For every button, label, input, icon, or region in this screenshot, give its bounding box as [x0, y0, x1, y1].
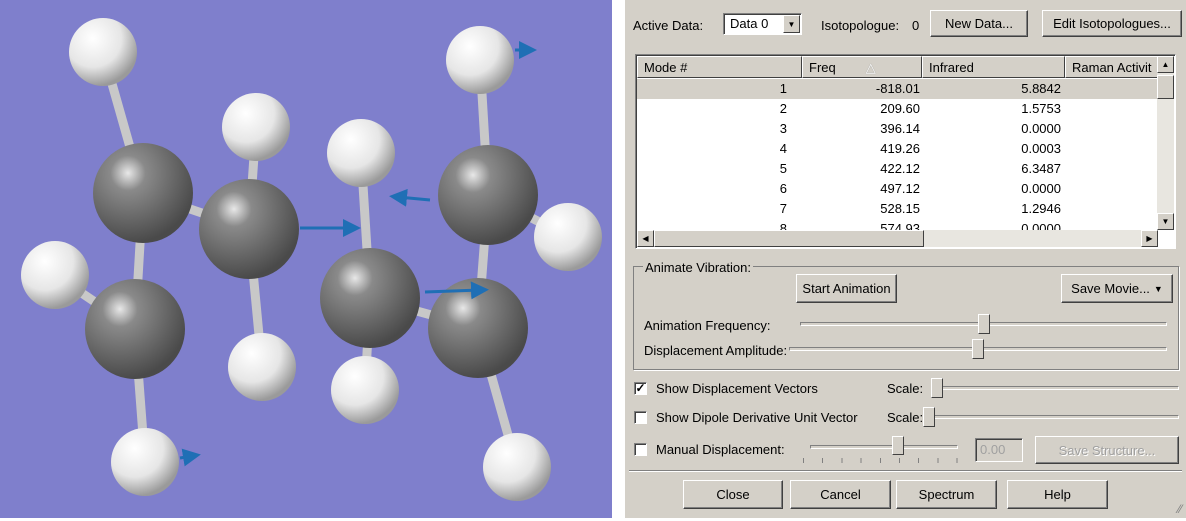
- molecule-viewer[interactable]: [0, 0, 612, 518]
- carbon-atom: [320, 248, 420, 348]
- show-dipole-label: Show Dipole Derivative Unit Vector: [656, 410, 858, 425]
- hydrogen-atom: [483, 433, 551, 501]
- slider-ticks: [803, 458, 958, 463]
- molecule-render: [21, 18, 602, 501]
- hydrogen-atom: [331, 356, 399, 424]
- displacement-amplitude-label: Displacement Amplitude:: [644, 343, 788, 358]
- hydrogen-atom: [228, 333, 296, 401]
- table-row[interactable]: 7 528.15 1.2946: [637, 199, 1158, 219]
- dipole-scale-slider[interactable]: [931, 415, 1179, 419]
- displacement-vector: [424, 281, 489, 300]
- col-infrared[interactable]: Infrared: [922, 56, 1065, 78]
- carbon-atom: [199, 179, 299, 279]
- carbon-atom: [85, 279, 185, 379]
- scroll-up-icon[interactable]: ▲: [1157, 56, 1174, 73]
- show-dipole-checkbox[interactable]: [634, 411, 647, 424]
- col-freq-label: Freq: [809, 60, 836, 75]
- table-row[interactable]: 3 396.14 0.0000: [637, 119, 1158, 139]
- infrared-cell: 5.8842: [1021, 81, 1061, 96]
- vertical-scrollbar[interactable]: ▲ ▼: [1157, 56, 1174, 230]
- manual-displacement-thumb[interactable]: [892, 436, 904, 455]
- new-data-button[interactable]: New Data...: [930, 10, 1028, 37]
- table-row[interactable]: 5 422.12 6.3487: [637, 159, 1158, 179]
- save-movie-button[interactable]: Save Movie... ▼: [1061, 274, 1173, 303]
- help-button[interactable]: Help: [1007, 480, 1108, 509]
- save-structure-button[interactable]: Save Structure...: [1035, 436, 1179, 464]
- cancel-button[interactable]: Cancel: [790, 480, 891, 509]
- hydrogen-atom: [222, 93, 290, 161]
- divider: [629, 470, 1182, 472]
- show-vectors-label: Show Displacement Vectors: [656, 381, 818, 396]
- manual-displacement-input[interactable]: 0.00: [975, 438, 1023, 462]
- manual-displacement-checkbox[interactable]: [634, 443, 647, 456]
- infrared-cell: 6.3487: [1021, 161, 1061, 176]
- scroll-left-icon[interactable]: ◀: [637, 230, 654, 247]
- infrared-cell: 0.0003: [1021, 141, 1061, 156]
- vector-scale-slider[interactable]: [931, 386, 1179, 390]
- manual-displacement-slider[interactable]: [810, 445, 958, 449]
- animate-vibration-label: Animate Vibration:: [643, 260, 753, 275]
- scroll-thumb[interactable]: [1157, 75, 1174, 99]
- dropdown-arrow-icon: ▼: [1153, 283, 1163, 294]
- vibrations-panel: Active Data: Data 0 ▼ Isotopologue: 0 Ne…: [625, 0, 1186, 518]
- animation-frequency-thumb[interactable]: [977, 314, 990, 334]
- isotopologue-label: Isotopologue:: [821, 18, 900, 33]
- close-button[interactable]: Close: [683, 480, 783, 509]
- dipole-scale-thumb[interactable]: [923, 407, 935, 427]
- table-row[interactable]: 2 209.60 1.5753: [637, 99, 1158, 119]
- spectrum-button[interactable]: Spectrum: [896, 480, 997, 509]
- dipole-scale-label: Scale:: [887, 410, 924, 425]
- carbon-atom: [428, 278, 528, 378]
- show-vectors-checkbox[interactable]: ✓: [634, 382, 647, 395]
- animation-frequency-label: Animation Frequency:: [644, 318, 771, 333]
- modes-table[interactable]: Mode # Freq △ Infrared Raman Activit 1 -81…: [635, 54, 1176, 249]
- infrared-cell: 0.0000: [1021, 181, 1061, 196]
- isotopologue-value: 0: [912, 18, 920, 33]
- scroll-down-icon[interactable]: ▼: [1157, 213, 1174, 230]
- sort-asc-icon: △: [865, 60, 876, 75]
- active-data-label: Active Data:: [633, 18, 704, 33]
- active-data-value: Data 0: [730, 16, 769, 31]
- active-data-select[interactable]: Data 0 ▼: [723, 13, 802, 35]
- horizontal-scrollbar[interactable]: ◀ ▶: [637, 230, 1158, 247]
- hydrogen-atom: [69, 18, 137, 86]
- hydrogen-atom: [327, 119, 395, 187]
- displacement-vector: [389, 188, 431, 207]
- hscroll-thumb[interactable]: [654, 230, 924, 247]
- col-raman[interactable]: Raman Activit: [1065, 56, 1160, 78]
- hydrogen-atom: [446, 26, 514, 94]
- hydrogen-atom: [534, 203, 602, 271]
- vector-scale-label: Scale:: [887, 381, 924, 396]
- carbon-atom: [93, 143, 193, 243]
- start-animation-button[interactable]: Start Animation: [796, 274, 897, 303]
- edit-isotopologues-button[interactable]: Edit Isotopologues...: [1042, 10, 1182, 37]
- displacement-vector: [179, 448, 201, 467]
- table-row[interactable]: 4 419.26 0.0003: [637, 139, 1158, 159]
- col-mode[interactable]: Mode #: [637, 56, 802, 78]
- carbon-atom: [438, 145, 538, 245]
- table-row[interactable]: 1 -818.01 5.8842: [637, 79, 1158, 99]
- infrared-cell: 1.2946: [1021, 201, 1061, 216]
- hydrogen-atom: [111, 428, 179, 496]
- infrared-cell: 0.0000: [1021, 121, 1061, 136]
- displacement-amplitude-thumb[interactable]: [972, 339, 984, 359]
- infrared-cell: 1.5753: [1021, 101, 1061, 116]
- table-row[interactable]: 6 497.12 0.0000: [637, 179, 1158, 199]
- vector-scale-thumb[interactable]: [931, 378, 943, 398]
- resize-grip-icon[interactable]: ⁄⁄: [1178, 502, 1182, 516]
- scroll-right-icon[interactable]: ▶: [1141, 230, 1158, 247]
- chevron-down-icon[interactable]: ▼: [783, 15, 800, 33]
- hydrogen-atom: [21, 241, 89, 309]
- manual-displacement-label: Manual Displacement:: [656, 442, 785, 457]
- col-freq[interactable]: Freq △: [802, 56, 922, 78]
- save-movie-label: Save Movie...: [1071, 281, 1150, 296]
